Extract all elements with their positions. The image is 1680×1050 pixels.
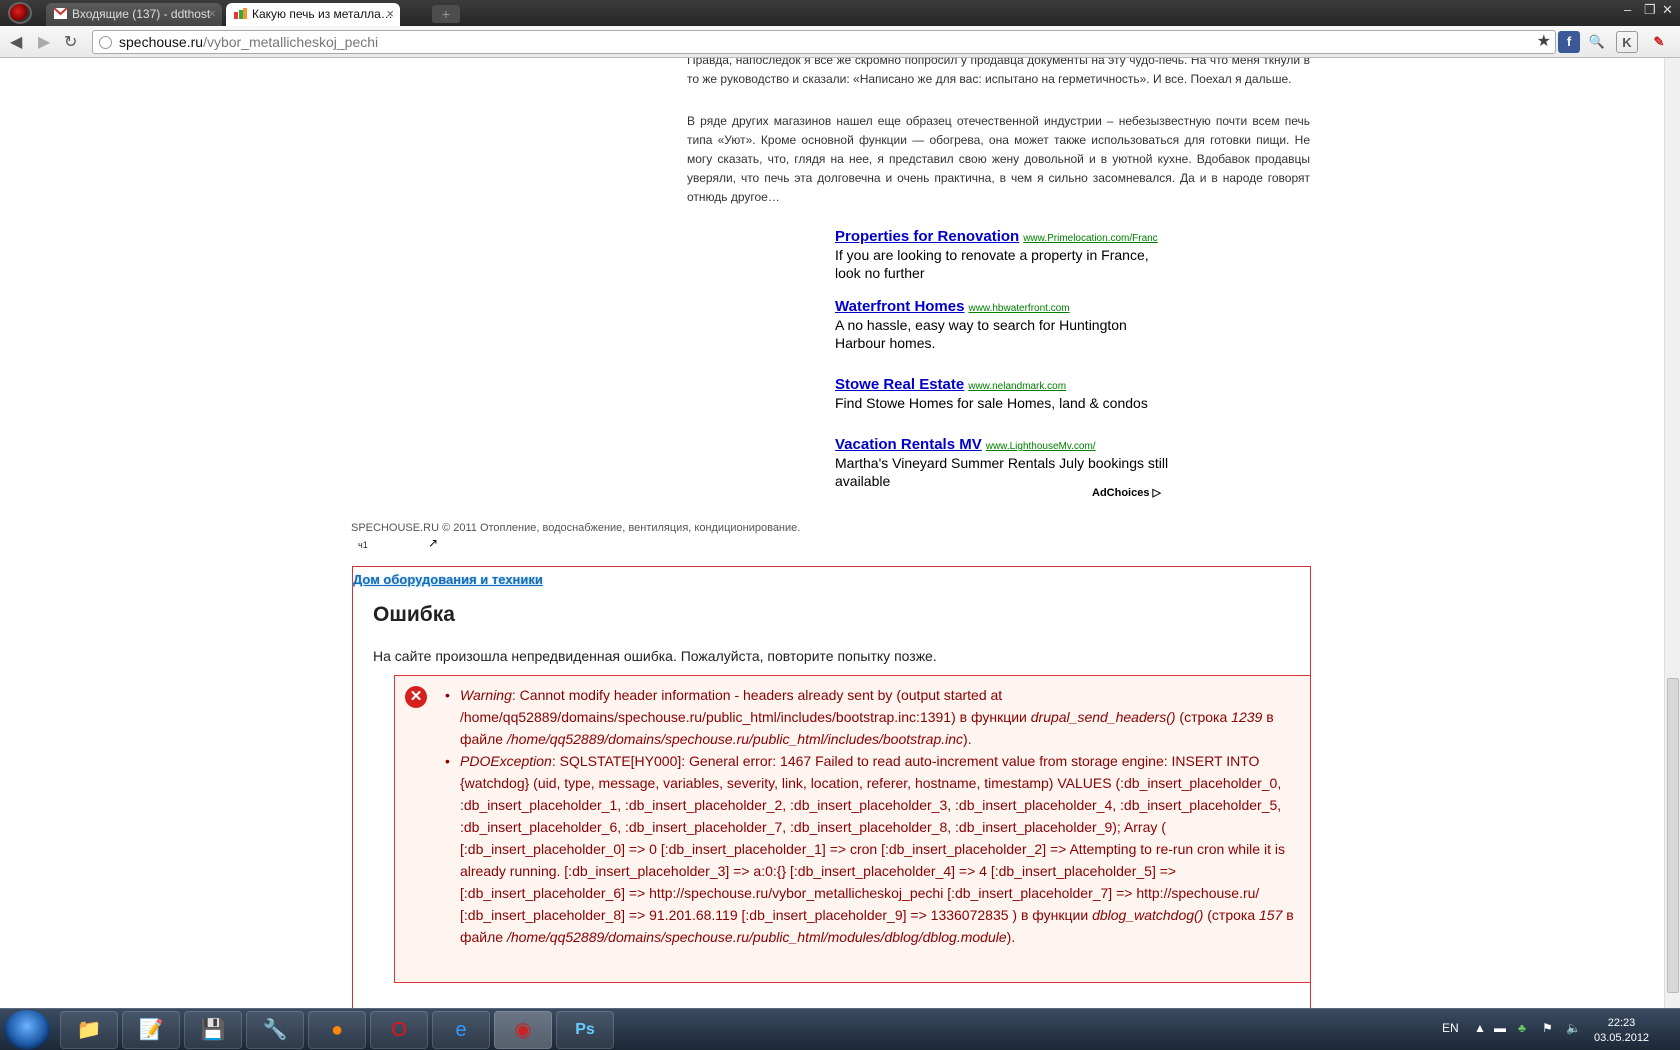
error-item: PDOException: SQLSTATE[HY000]: General e…: [445, 750, 1305, 948]
forward-icon[interactable]: ▶: [38, 32, 50, 52]
url-host: spechouse.ru: [119, 34, 204, 50]
adchoices-label: AdChoices: [1092, 487, 1150, 499]
ad-url-link[interactable]: www.nelandmark.com: [968, 381, 1066, 392]
error-line: 1239: [1231, 709, 1263, 725]
error-list: Warning: Cannot modify header informatio…: [445, 684, 1305, 948]
tab-close-icon[interactable]: ×: [208, 3, 216, 25]
opera-icon[interactable]: O: [370, 1011, 428, 1049]
close-window-icon[interactable]: ✕: [1662, 2, 1673, 18]
minimize-icon[interactable]: –: [1624, 2, 1631, 17]
ad-description: Find Stowe Homes for sale Homes, land & …: [835, 395, 1148, 411]
ad-description: A no hassle, easy way to search for Hunt…: [835, 317, 1127, 351]
cursor-arrow-icon: ↗: [428, 536, 439, 550]
address-bar[interactable]: spechouse.ru/vybor_metallicheskoj_pechi …: [92, 30, 1556, 54]
ad-title-link[interactable]: Waterfront Homes: [835, 298, 964, 315]
error-file: /home/qq52889/domains/spechouse.ru/publi…: [506, 929, 1007, 945]
tray-app-icon[interactable]: ▬: [1494, 1021, 1506, 1035]
ad-title-link[interactable]: Stowe Real Estate: [835, 376, 964, 393]
error-line-prefix: (строка: [1175, 709, 1232, 725]
site-footer: SPECHOUSE.RU © 2011 Отопление, водоснабж…: [351, 522, 801, 534]
ad-url-link[interactable]: www.hbwaterfront.com: [968, 303, 1069, 314]
error-page: Дом оборудования и техники Ошибка На сай…: [352, 566, 1311, 1008]
maximize-icon[interactable]: ❐: [1644, 2, 1656, 18]
tab-label: Какую печь из металла…: [252, 7, 393, 21]
error-type: Warning: [460, 687, 512, 703]
tab-gmail[interactable]: Входящие (137) - ddthost ×: [46, 3, 222, 26]
ad-url-link[interactable]: www.Primelocation.com/Franc: [1023, 233, 1157, 244]
taskbar: 📁 📝 💾 🔧 ● O e ◉ Ps EN ▲ ▬ ♣ ⚑ 🔈 22:23 03…: [0, 1008, 1680, 1050]
error-heading: Ошибка: [373, 603, 455, 626]
facebook-icon[interactable]: f: [1558, 31, 1580, 53]
browser-logo-icon[interactable]: [8, 2, 32, 24]
tool-icon[interactable]: 🔧: [246, 1011, 304, 1049]
ad-unit: Properties for Renovation www.Primelocati…: [835, 228, 1175, 282]
error-item: Warning: Cannot modify header informatio…: [445, 684, 1305, 750]
browser-toolbar: ◀ ▶ ↻ spechouse.ru/vybor_metallicheskoj_…: [0, 26, 1680, 58]
browser-icon[interactable]: ◉: [494, 1011, 552, 1049]
page-content: Правда, напоследок я все же скромно попр…: [0, 58, 1664, 1008]
save-icon[interactable]: 💾: [184, 1011, 242, 1049]
volume-icon[interactable]: 🔈: [1566, 1021, 1581, 1035]
explorer-icon[interactable]: 📁: [60, 1011, 118, 1049]
back-icon[interactable]: ◀: [10, 32, 22, 52]
ie-icon[interactable]: e: [432, 1011, 490, 1049]
tab-label: Входящие (137) - ddthost: [72, 7, 211, 21]
url-path: /vybor_metallicheskoj_pechi: [203, 34, 379, 50]
language-indicator[interactable]: EN: [1442, 1021, 1459, 1035]
ad-title-link[interactable]: Vacation Rentals MV: [835, 436, 982, 453]
adchoices-link[interactable]: AdChoices ▷: [1092, 486, 1161, 499]
wrench-icon[interactable]: ✎: [1648, 31, 1670, 53]
search-extension-icon[interactable]: 🔍: [1586, 31, 1608, 53]
small-mark: ч1: [358, 540, 368, 550]
tray-expand-icon[interactable]: ▲: [1474, 1021, 1486, 1035]
ad-description: Martha's Vineyard Summer Rentals July bo…: [835, 455, 1169, 489]
error-end: ).: [1006, 929, 1016, 945]
tab-bar: Входящие (137) - ddthost × Какую печь из…: [0, 0, 1680, 26]
site-name-link[interactable]: Дом оборудования и техники: [353, 572, 543, 587]
bookmark-star-icon[interactable]: ★: [1537, 31, 1551, 53]
error-line-prefix: (строка: [1203, 907, 1260, 923]
tab-close-icon[interactable]: ×: [386, 3, 394, 25]
error-icon: ✕: [405, 686, 427, 708]
clock-time: 22:23: [1607, 1017, 1636, 1029]
network-icon[interactable]: ⚑: [1542, 1021, 1553, 1035]
error-line: 157: [1259, 907, 1283, 923]
clock-date: 03.05.2012: [1594, 1032, 1650, 1044]
reload-icon[interactable]: ↻: [64, 32, 77, 52]
k-extension-icon[interactable]: K: [1616, 31, 1638, 53]
error-subtitle: На сайте произошла непредвиденная ошибка…: [373, 648, 937, 664]
adchoices-icon: ▷: [1152, 487, 1161, 499]
article-paragraph: В ряде других магазинов нашел еще образе…: [687, 114, 1310, 204]
error-message: : Cannot modify header information - hea…: [460, 687, 1031, 725]
firefox-icon[interactable]: ●: [308, 1011, 366, 1049]
tab-article[interactable]: Какую печь из металла… ×: [226, 3, 400, 26]
ad-unit: Vacation Rentals MV www.LighthouseMv.com/…: [835, 436, 1175, 490]
error-function: drupal_send_headers(): [1030, 709, 1176, 725]
site-favicon-icon: [234, 8, 247, 19]
error-message: : SQLSTATE[HY000]: General error: 1467 F…: [460, 753, 1285, 923]
ad-description: If you are looking to renovate a propert…: [835, 247, 1149, 281]
clock[interactable]: 22:23 03.05.2012: [1594, 1016, 1649, 1046]
scrollbar-thumb[interactable]: [1667, 678, 1679, 993]
photoshop-icon[interactable]: Ps: [556, 1011, 614, 1049]
start-button[interactable]: [4, 1010, 50, 1050]
article-paragraph: Правда, напоследок я все же скромно попр…: [687, 58, 1310, 86]
error-file: /home/qq52889/domains/spechouse.ru/publi…: [506, 731, 964, 747]
tray-network-app-icon[interactable]: ♣: [1518, 1021, 1526, 1035]
ad-url-link[interactable]: www.LighthouseMv.com/: [986, 441, 1096, 452]
error-function: dblog_watchdog(): [1092, 907, 1204, 923]
error-type: PDOException: [460, 753, 552, 769]
vertical-scrollbar[interactable]: [1664, 58, 1680, 1008]
ad-unit: Stowe Real Estate www.nelandmark.com Find…: [835, 376, 1175, 412]
ad-title-link[interactable]: Properties for Renovation: [835, 228, 1019, 245]
error-message-box: ✕ Warning: Cannot modify header informat…: [394, 675, 1311, 983]
notepad-icon[interactable]: 📝: [122, 1011, 180, 1049]
error-end: ).: [963, 731, 972, 747]
globe-icon: [99, 36, 112, 49]
gmail-icon: [54, 8, 67, 19]
new-tab-button[interactable]: +: [432, 5, 460, 23]
ad-unit: Waterfront Homes www.hbwaterfront.com A n…: [835, 298, 1175, 352]
